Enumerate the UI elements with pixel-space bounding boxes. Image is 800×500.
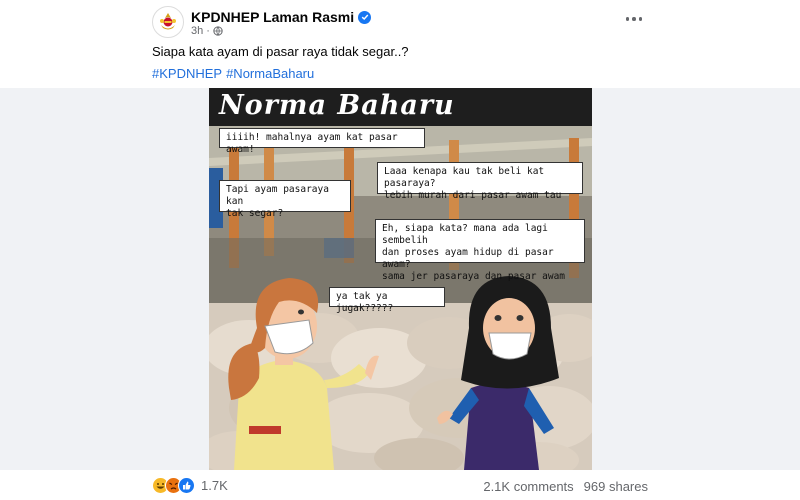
speech-bubble: Laaa kenapa kau tak beli kat pasaraya? l… [377, 162, 583, 201]
hashtag-link[interactable]: #NormaBaharu [226, 66, 314, 81]
post-meta: 3h · [191, 25, 223, 37]
page-avatar[interactable] [152, 6, 184, 38]
speech-bubble: iiiih! mahalnya ayam kat pasar awam! [219, 128, 425, 155]
hashtag-link[interactable]: #KPDNHEP [152, 66, 222, 81]
page-name[interactable]: KPDNHEP Laman Rasmi [191, 9, 354, 25]
post-caption: Siapa kata ayam di pasar raya tidak sega… [152, 44, 409, 59]
comic-image[interactable]: Norma Baharu iiiih! mahalnya ayam kat pa… [209, 88, 592, 470]
reactions-summary[interactable]: 1.7K [152, 477, 228, 494]
speech-bubble: Tapi ayam pasaraya kan tak segar? [219, 180, 351, 219]
page-name-link[interactable]: KPDNHEP Laman Rasmi [191, 9, 372, 25]
dot-icon [632, 17, 636, 21]
post-media: Norma Baharu iiiih! mahalnya ayam kat pa… [0, 88, 800, 470]
comic-title-bar: Norma Baharu [209, 88, 592, 126]
post-footer: 1.7K 2.1K comments 969 shares [0, 470, 800, 500]
post-hashtags: #KPDNHEP #NormaBaharu [152, 66, 318, 81]
engagement-stats: 2.1K comments 969 shares [483, 479, 648, 494]
shares-count[interactable]: 969 shares [584, 479, 648, 494]
verified-badge-icon [358, 10, 372, 24]
comments-count[interactable]: 2.1K comments [483, 479, 573, 494]
dot-icon [625, 17, 630, 21]
dot-icon [638, 17, 643, 21]
post-header: KPDNHEP Laman Rasmi 3h · Siapa kata ayam… [0, 0, 800, 88]
speech-bubble: Eh, siapa kata? mana ada lagi sembelih d… [375, 219, 585, 282]
globe-icon [213, 26, 223, 36]
crest-icon [160, 13, 176, 30]
like-reaction-icon [178, 477, 195, 494]
meta-separator: · [206, 25, 210, 37]
speech-bubble: ya tak ya jugak????? [329, 287, 445, 314]
comic-title: Norma Baharu [219, 90, 455, 121]
more-options-button[interactable] [624, 12, 644, 26]
reaction-count[interactable]: 1.7K [201, 478, 228, 493]
post-time[interactable]: 3h [191, 25, 203, 37]
